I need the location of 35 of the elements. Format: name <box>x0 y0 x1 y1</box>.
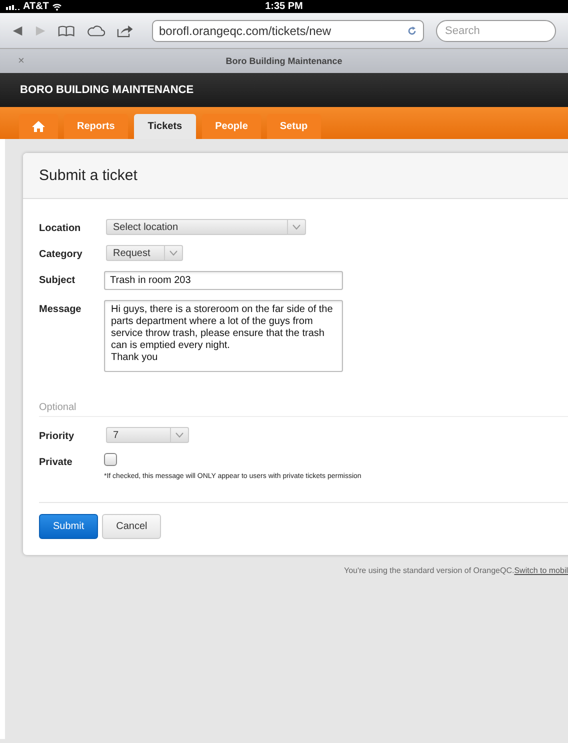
chevron-down-icon <box>175 432 184 438</box>
reload-icon[interactable] <box>407 26 417 36</box>
section-heading: Optional <box>39 402 76 413</box>
wifi-icon <box>52 2 62 10</box>
field-label: Category <box>39 248 84 260</box>
share-icon[interactable] <box>117 24 134 38</box>
carrier-name: AT&T <box>23 1 49 12</box>
field-label: Priority <box>39 430 76 442</box>
checkbox[interactable] <box>104 453 117 466</box>
submit-button[interactable]: Submit <box>39 514 98 539</box>
dropdown[interactable]: 7 <box>106 427 189 443</box>
back-icon[interactable] <box>12 24 24 36</box>
field-label: Subject <box>39 274 76 286</box>
dropdown[interactable]: Request <box>106 245 183 261</box>
home-icon <box>32 121 45 132</box>
message-field[interactable]: Hi guys, there is a storeroom on the far side of the parts department where a lot of the guys from service throw trash, please ensure that the trash can is emptied every night. Thank you <box>104 300 343 372</box>
subject-field[interactable]: Trash in room 203 <box>104 271 343 290</box>
site-title: BORO BUILDING MAINTENANCE <box>20 84 194 96</box>
cloud-icon[interactable] <box>86 24 106 36</box>
book-icon[interactable] <box>58 24 75 36</box>
footer-link[interactable]: Switch to mobil <box>514 566 568 575</box>
status-time: 1:35 PM <box>265 1 303 12</box>
address-bar[interactable]: borofl.orangeqc.com/tickets/new <box>152 20 424 42</box>
field-label: Message <box>39 303 82 315</box>
home-tab[interactable] <box>19 114 58 139</box>
field-label: Location <box>39 222 82 234</box>
card-title: Submit a ticket <box>39 167 138 184</box>
browser-tab-title[interactable]: Boro Building Maintenance <box>226 56 342 66</box>
chevron-down-icon <box>292 224 301 230</box>
cancel-button[interactable]: Cancel <box>102 514 162 539</box>
footer-text: You're using the standard version of OrangeQC. <box>344 566 514 575</box>
field-label: Private <box>39 456 74 468</box>
chevron-down-icon <box>169 250 178 256</box>
nav-tab[interactable]: Tickets <box>134 114 196 139</box>
dropdown[interactable]: Select location <box>106 219 306 235</box>
